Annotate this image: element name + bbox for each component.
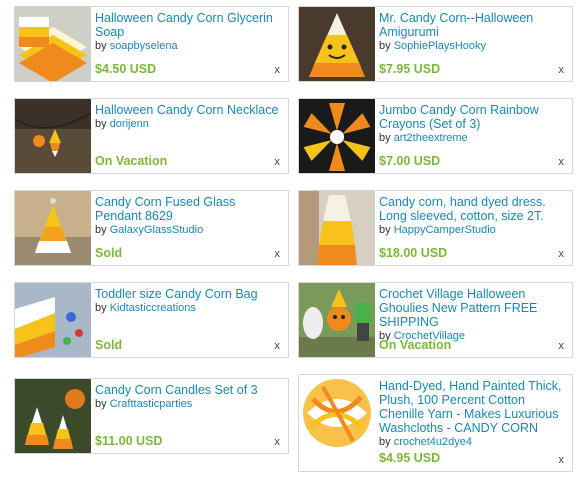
- listing-title[interactable]: Hand-Dyed, Hand Painted Thick, Plush, 10…: [379, 379, 566, 449]
- listing-title-text[interactable]: Mr. Candy Corn--Halloween Amigurumi: [379, 11, 533, 39]
- listing-card: Halloween Candy Corn Necklace by dorijen…: [14, 98, 289, 174]
- remove-button[interactable]: x: [559, 156, 565, 168]
- listing-title-text[interactable]: Halloween Candy Corn Glycerin Soap: [95, 11, 273, 39]
- listing-status: Sold: [95, 338, 123, 352]
- remove-button[interactable]: x: [275, 436, 281, 448]
- listing-thumbnail[interactable]: [15, 191, 91, 265]
- remove-button[interactable]: x: [275, 248, 281, 260]
- listing-card: Mr. Candy Corn--Halloween Amigurumi by S…: [298, 6, 573, 82]
- listing-seller: by soapbyselena: [95, 40, 178, 52]
- listing-seller: by HappyCamperStudio: [379, 224, 496, 236]
- listing-thumbnail[interactable]: [299, 375, 375, 471]
- seller-link[interactable]: GalaxyGlassStudio: [110, 224, 204, 236]
- listing-card: Hand-Dyed, Hand Painted Thick, Plush, 10…: [298, 374, 573, 472]
- listing-price: $11.00 USD: [95, 434, 163, 448]
- listing-title[interactable]: Candy Corn Candles Set of 3 by Crafttast…: [95, 383, 282, 411]
- listing-thumbnail[interactable]: [299, 191, 375, 265]
- listing-seller: by SophiePlaysHooky: [379, 40, 487, 52]
- listing-title[interactable]: Candy corn, hand dyed dress. Long sleeve…: [379, 195, 566, 237]
- listing-title-text[interactable]: Crochet Village Halloween Ghoulies New P…: [379, 287, 537, 329]
- listing-status: On Vacation: [379, 338, 452, 352]
- listing-title[interactable]: Mr. Candy Corn--Halloween Amigurumi by S…: [379, 11, 566, 53]
- listing-price: $4.95 USD: [379, 451, 441, 465]
- listing-thumbnail[interactable]: [15, 379, 91, 453]
- listing-title-text[interactable]: Hand-Dyed, Hand Painted Thick, Plush, 10…: [379, 379, 562, 435]
- listing-seller: by art2theextreme: [379, 132, 468, 144]
- listing-card: Jumbo Candy Corn Rainbow Crayons (Set of…: [298, 98, 573, 174]
- listing-price: $7.95 USD: [379, 62, 441, 76]
- listing-title[interactable]: Crochet Village Halloween Ghoulies New P…: [379, 287, 566, 343]
- listing-title[interactable]: Jumbo Candy Corn Rainbow Crayons (Set of…: [379, 103, 566, 145]
- listing-seller: by GalaxyGlassStudio: [95, 224, 204, 236]
- seller-link[interactable]: crochet4u2dye4: [394, 436, 472, 448]
- remove-button[interactable]: x: [559, 248, 565, 260]
- listing-thumbnail[interactable]: [15, 7, 91, 81]
- listing-title-text[interactable]: Candy corn, hand dyed dress. Long sleeve…: [379, 195, 546, 223]
- listing-seller: by dorijenn: [95, 118, 149, 130]
- listing-card: Toddler size Candy Corn Bag by Kidtastic…: [14, 282, 289, 358]
- listing-title-text[interactable]: Toddler size Candy Corn Bag: [95, 287, 258, 301]
- remove-button[interactable]: x: [559, 454, 565, 466]
- listing-card: Candy Corn Fused Glass Pendant 8629 by G…: [14, 190, 289, 266]
- listing-title-text[interactable]: Jumbo Candy Corn Rainbow Crayons (Set of…: [379, 103, 539, 131]
- seller-link[interactable]: art2theextreme: [394, 132, 468, 144]
- seller-link[interactable]: SophiePlaysHooky: [394, 40, 486, 52]
- listing-title-text[interactable]: Candy Corn Candles Set of 3: [95, 383, 258, 397]
- listing-title[interactable]: Halloween Candy Corn Necklace by dorijen…: [95, 103, 282, 131]
- listing-title[interactable]: Toddler size Candy Corn Bag by Kidtastic…: [95, 287, 282, 315]
- listing-title[interactable]: Halloween Candy Corn Glycerin Soap by so…: [95, 11, 282, 53]
- remove-button[interactable]: x: [275, 64, 281, 76]
- remove-button[interactable]: x: [275, 340, 281, 352]
- seller-link[interactable]: soapbyselena: [110, 40, 178, 52]
- listing-thumbnail[interactable]: [299, 283, 375, 357]
- listing-seller: by Kidtasticcreations: [95, 302, 196, 314]
- listing-thumbnail[interactable]: [15, 283, 91, 357]
- remove-button[interactable]: x: [559, 64, 565, 76]
- listing-price: $7.00 USD: [379, 154, 441, 168]
- listing-price: $4.50 USD: [95, 62, 157, 76]
- listing-thumbnail[interactable]: [299, 7, 375, 81]
- remove-button[interactable]: x: [559, 340, 565, 352]
- remove-button[interactable]: x: [275, 156, 281, 168]
- listing-title-text[interactable]: Halloween Candy Corn Necklace: [95, 103, 278, 117]
- listing-status: Sold: [95, 246, 123, 260]
- listing-status: On Vacation: [95, 154, 168, 168]
- seller-link[interactable]: HappyCamperStudio: [394, 224, 496, 236]
- listing-card: Candy corn, hand dyed dress. Long sleeve…: [298, 190, 573, 266]
- seller-link[interactable]: dorijenn: [110, 118, 149, 130]
- listing-price: $18.00 USD: [379, 246, 448, 260]
- seller-link[interactable]: Crafttasticparties: [110, 398, 193, 410]
- listing-thumbnail[interactable]: [15, 99, 91, 173]
- listing-title[interactable]: Candy Corn Fused Glass Pendant 8629 by G…: [95, 195, 282, 237]
- listing-thumbnail[interactable]: [299, 99, 375, 173]
- listing-card: Halloween Candy Corn Glycerin Soap by so…: [14, 6, 289, 82]
- listing-seller: by Crafttasticparties: [95, 398, 193, 410]
- listing-title-text[interactable]: Candy Corn Fused Glass Pendant 8629: [95, 195, 235, 223]
- listing-seller: by crochet4u2dye4: [379, 436, 472, 448]
- seller-link[interactable]: Kidtasticcreations: [110, 302, 196, 314]
- listing-card: Candy Corn Candles Set of 3 by Crafttast…: [14, 378, 289, 454]
- listing-card: Crochet Village Halloween Ghoulies New P…: [298, 282, 573, 358]
